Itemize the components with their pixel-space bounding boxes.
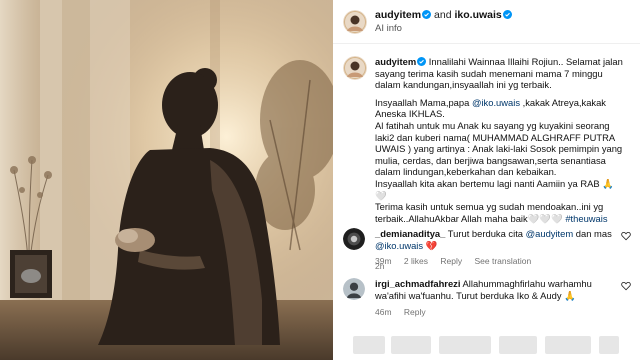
comment-likes[interactable]: 2 likes [404,256,428,266]
heart-outline-icon[interactable] [621,281,631,291]
caption-author-avatar[interactable] [343,56,367,80]
caption-username[interactable]: audyitem [375,56,416,67]
verified-badge-icon [502,10,512,19]
coauthor-username[interactable]: iko.uwais [454,9,501,21]
caption-mention[interactable]: @iko.uwais [472,97,520,108]
post-header: audyitem and iko.uwais AI info [333,0,640,44]
comment-text: _demianaditya_ Turut berduka cita @audyi… [375,228,615,251]
caption-line: Al fatihah untuk mu Anak ku sayang yg ku… [375,119,625,178]
comment-mention[interactable]: @iko.uwais [375,240,423,251]
post-detail-panel: audyitem and iko.uwais AI info audyitem … [333,0,640,360]
comment-text: irgi_achmadfahrezi Allahummaghfirlahu wa… [375,278,615,301]
comment-meta: 39m 2 likes Reply See translation [375,256,541,266]
post-authors: audyitem and iko.uwais [375,9,512,21]
broken-heart-emoji: 💔 [425,239,438,251]
ai-info-label[interactable]: AI info [375,23,402,34]
heart-outline-icon[interactable] [621,231,631,241]
author-avatar[interactable] [343,10,367,34]
commenter-avatar[interactable] [343,278,365,300]
post-image [0,0,333,360]
comment-time[interactable]: 46m [375,307,392,317]
author-username[interactable]: audyitem [375,9,421,21]
comment-body: dan mas [575,228,612,239]
comment-reply-button[interactable]: Reply [440,256,462,266]
comment-time[interactable]: 39m [375,256,392,266]
caption-line: Insyaallah kita akan bertemu lagi nanti … [375,177,617,201]
verified-badge-icon [417,57,427,66]
hashtag-link[interactable]: #theuwais [565,213,607,224]
comment-mention[interactable]: @audyitem [526,228,574,239]
commenter-avatar[interactable] [343,228,365,250]
comment-reply-button[interactable]: Reply [404,307,426,317]
caption-text: audyitem Innalilahi Wainnaa Illaihi Roji… [375,56,627,224]
see-translation-link[interactable]: See translation [475,256,532,266]
verified-badge-icon [422,10,432,19]
post-photo-illustration [0,0,333,360]
blurred-comment-area [343,330,623,360]
comment-username[interactable]: irgi_achmadfahrezi [375,278,460,289]
comment-meta: 46m Reply [375,307,436,317]
and-text: and [434,9,452,21]
comment-body: Turut berduka cita [447,228,524,239]
caption-line: Insyaallah Mama,papa [375,96,470,108]
comment-username[interactable]: _demianaditya_ [375,228,445,239]
